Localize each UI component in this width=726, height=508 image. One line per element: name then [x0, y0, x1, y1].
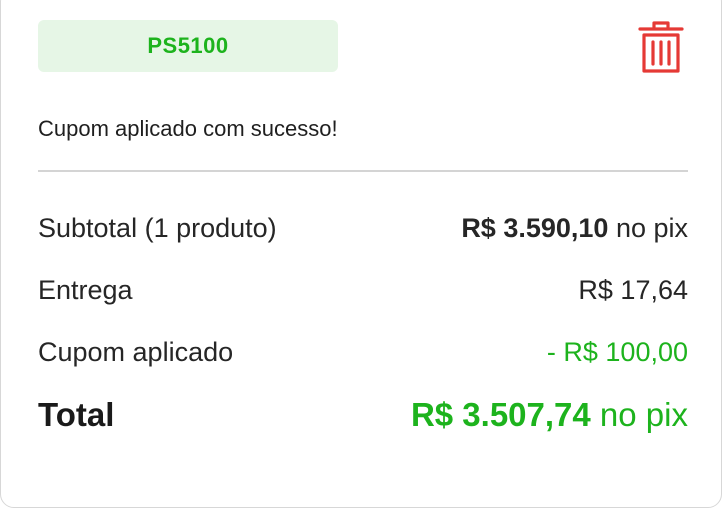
coupon-code-badge: PS5100	[38, 20, 338, 72]
total-label: Total	[38, 396, 115, 433]
total-amount: R$ 3.507,74	[410, 396, 591, 433]
trash-icon	[638, 21, 684, 73]
coupon-code: PS5100	[147, 33, 229, 58]
remove-coupon-button[interactable]	[638, 20, 684, 74]
delivery-amount: R$ 17,64	[578, 275, 688, 305]
subtotal-label: Subtotal (1 produto)	[38, 213, 277, 243]
coupon-success-message: Cupom aplicado com sucesso!	[38, 116, 338, 141]
subtotal-amount: R$ 3.590,10	[461, 213, 609, 243]
subtotal-row: Subtotal (1 produto) R$ 3.590,10 no pix	[38, 213, 688, 244]
coupon-discount-amount: - R$ 100,00	[546, 337, 688, 367]
delivery-row: Entrega R$ 17,64	[38, 275, 688, 306]
total-value: R$ 3.507,74 no pix	[411, 396, 688, 434]
total-suffix: no pix	[590, 396, 688, 433]
subtotal-value: R$ 3.590,10 no pix	[461, 213, 688, 244]
coupon-discount-row: Cupom aplicado - R$ 100,00	[38, 337, 688, 368]
subtotal-suffix: no pix	[608, 213, 688, 243]
total-row: Total R$ 3.507,74 no pix	[38, 396, 688, 434]
delivery-label: Entrega	[38, 275, 133, 305]
divider	[38, 170, 688, 172]
coupon-applied-label: Cupom aplicado	[38, 337, 234, 367]
